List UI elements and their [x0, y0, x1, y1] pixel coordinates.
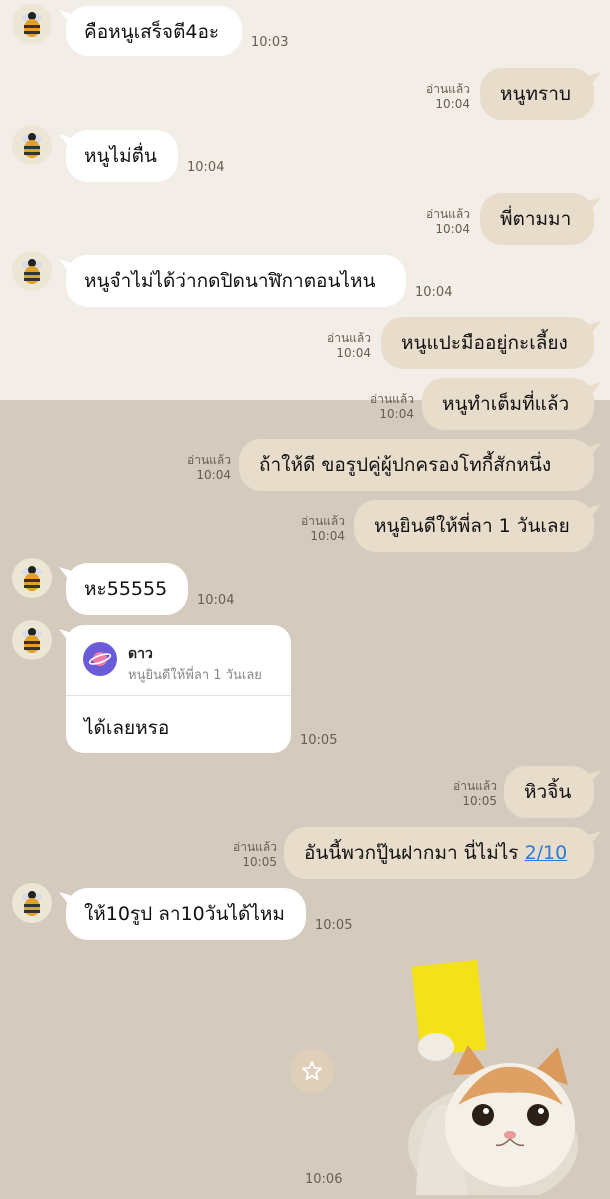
avatar[interactable]	[12, 251, 52, 291]
favorite-sticker-button[interactable]	[290, 1049, 334, 1093]
message-text: ให้10รูป ลา10วันได้ไหม	[84, 903, 285, 925]
message-meta: อ่านแล้ว 10:05	[233, 840, 277, 870]
read-receipt: อ่านแล้ว	[426, 82, 470, 96]
read-receipt: อ่านแล้ว	[453, 779, 497, 793]
message-text: หนูแปะมืออยู่กะเลี้ยง	[401, 332, 568, 354]
message-time: 10:03	[251, 35, 289, 50]
message-meta: อ่านแล้ว 10:05	[453, 779, 497, 809]
message-text: หนูจำไม่ได้ว่ากดปิดนาฬิกาตอนไหน	[84, 270, 376, 292]
message-text: ถ้าให้ดี ขอรูปคู่ผู้ปกครองโทกี้สักหนึ่ง	[259, 454, 552, 476]
divider	[66, 695, 291, 696]
message-meta: อ่านแล้ว 10:04	[426, 82, 470, 112]
message-time: 10:04	[435, 222, 470, 236]
message-text: หิวจิ้น	[524, 781, 572, 803]
message-text: หนูทราบ	[500, 83, 571, 105]
avatar[interactable]	[12, 620, 52, 660]
bee-icon	[22, 133, 42, 158]
bee-icon	[22, 891, 42, 916]
message-time: 10:04	[415, 285, 453, 300]
message-text: คือหนูเสร็จตี4อะ	[84, 21, 220, 43]
message-time: 10:04	[379, 407, 414, 421]
message-bubble[interactable]: หิวจิ้น	[504, 766, 594, 818]
reply-message-bubble[interactable]: ดาว หนูยินดีให้พี่ลา 1 วันเลย ได้เลยหรอ	[66, 625, 291, 753]
message-time: 10:06	[305, 1172, 343, 1187]
message-bubble[interactable]: พี่ตามมา	[480, 193, 594, 245]
message-time: 10:04	[336, 346, 371, 360]
message-time: 10:05	[300, 733, 338, 748]
read-receipt: อ่านแล้ว	[426, 207, 470, 221]
message-bubble[interactable]: หนูไม่ตื่น	[66, 130, 178, 182]
avatar[interactable]	[12, 4, 52, 44]
message-bubble[interactable]: ให้10รูป ลา10วันได้ไหม	[66, 888, 306, 940]
message-text: พี่ตามมา	[500, 208, 572, 230]
read-receipt: อ่านแล้ว	[187, 453, 231, 467]
message-bubble[interactable]: หนูแปะมืออยู่กะเลี้ยง	[381, 317, 594, 369]
message-link[interactable]: 2/10	[525, 842, 568, 864]
message-bubble[interactable]: หนูจำไม่ได้ว่ากดปิดนาฬิกาตอนไหน	[66, 255, 406, 307]
read-receipt: อ่านแล้ว	[301, 514, 345, 528]
avatar[interactable]	[12, 125, 52, 165]
message-bubble[interactable]: หนูยินดีให้พี่ลา 1 วันเลย	[354, 500, 594, 552]
bee-icon	[22, 628, 42, 653]
message-bubble[interactable]: คือหนูเสร็จตี4อะ	[66, 6, 242, 56]
quoted-user-name: ดาว	[128, 646, 153, 662]
quoted-user-avatar	[83, 642, 117, 676]
message-bubble[interactable]: อันนี้พวกปู๊นฝากมา นี่ไม่ไร 2/10	[284, 827, 594, 879]
message-text: หะ55555	[84, 578, 168, 600]
avatar[interactable]	[12, 558, 52, 598]
message-time: 10:05	[462, 794, 497, 808]
message-text: หนูไม่ตื่น	[84, 145, 157, 167]
message-text: ได้เลยหรอ	[84, 717, 170, 739]
message-time: 10:05	[315, 918, 353, 933]
avatar[interactable]	[12, 883, 52, 923]
quoted-message-text[interactable]: หนูยินดีให้พี่ลา 1 วันเลย	[128, 664, 262, 685]
message-meta: อ่านแล้ว 10:04	[301, 514, 345, 544]
planet-icon	[88, 652, 112, 666]
message-meta: อ่านแล้ว 10:04	[426, 207, 470, 237]
message-bubble[interactable]: หนูทำเต็มที่แล้ว	[422, 378, 594, 430]
message-time: 10:04	[435, 97, 470, 111]
message-time: 10:05	[242, 855, 277, 869]
star-icon	[302, 1061, 322, 1081]
message-text: อันนี้พวกปู๊นฝากมา นี่ไม่ไร	[304, 842, 519, 864]
message-bubble[interactable]: หนูทราบ	[480, 68, 594, 120]
read-receipt: อ่านแล้ว	[327, 331, 371, 345]
bee-icon	[22, 259, 42, 284]
read-receipt: อ่านแล้ว	[370, 392, 414, 406]
bee-icon	[22, 12, 42, 37]
message-meta: อ่านแล้ว 10:04	[370, 392, 414, 422]
message-meta: อ่านแล้ว 10:04	[187, 453, 231, 483]
message-meta: อ่านแล้ว 10:04	[327, 331, 371, 361]
message-text: หนูทำเต็มที่แล้ว	[442, 393, 570, 415]
cat-holding-yellow-card-sticker[interactable]	[398, 955, 588, 1195]
message-bubble[interactable]: หะ55555	[66, 563, 188, 615]
message-time: 10:04	[197, 593, 235, 608]
message-text: หนูยินดีให้พี่ลา 1 วันเลย	[374, 515, 570, 537]
message-time: 10:04	[310, 529, 345, 543]
message-bubble[interactable]: ถ้าให้ดี ขอรูปคู่ผู้ปกครองโทกี้สักหนึ่ง	[239, 439, 594, 491]
message-time: 10:04	[196, 468, 231, 482]
bee-icon	[22, 566, 42, 591]
read-receipt: อ่านแล้ว	[233, 840, 277, 854]
message-time: 10:04	[187, 160, 225, 175]
